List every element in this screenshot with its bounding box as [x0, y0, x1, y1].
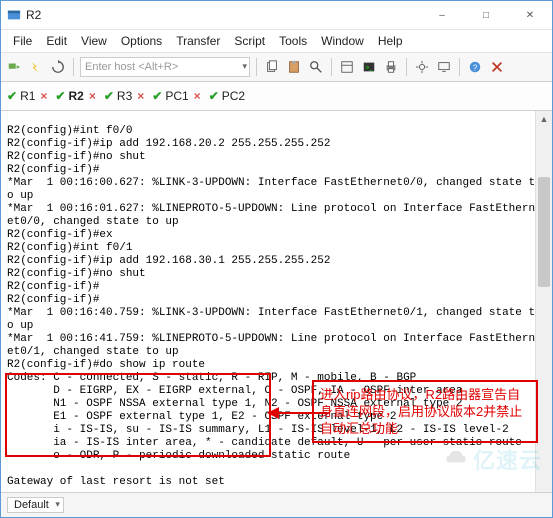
menubar: File Edit View Options Transfer Script T…: [1, 30, 552, 53]
menu-script[interactable]: Script: [228, 32, 271, 50]
close-icon[interactable]: ×: [137, 89, 144, 103]
close-icon[interactable]: ×: [89, 89, 96, 103]
tab-pc2[interactable]: ✔PC2: [209, 89, 245, 103]
annotation-line: 身直连网段，启用协议版本2并禁止: [320, 403, 530, 420]
mode-label: Default: [14, 499, 49, 511]
maximize-button[interactable]: □: [464, 1, 508, 29]
menu-file[interactable]: File: [7, 32, 38, 50]
tab-label: R1: [20, 89, 35, 103]
annotation-line: 自动汇总功能: [320, 420, 530, 437]
tab-label: R3: [117, 89, 132, 103]
settings-icon[interactable]: [413, 58, 431, 76]
menu-tools[interactable]: Tools: [273, 32, 313, 50]
check-icon: ✔: [104, 89, 114, 103]
svg-text:>_: >_: [366, 65, 374, 72]
minimize-button[interactable]: –: [420, 1, 464, 29]
paste-icon[interactable]: [285, 58, 303, 76]
toolbar: Enter host <Alt+R> ▾ >_ ?: [1, 53, 552, 82]
tab-pc1[interactable]: ✔PC1 ×: [152, 89, 200, 103]
check-icon: ✔: [7, 89, 17, 103]
tab-r2[interactable]: ✔R2 ×: [55, 89, 95, 103]
reconnect-icon[interactable]: [49, 58, 67, 76]
menu-help[interactable]: Help: [372, 32, 409, 50]
host-input[interactable]: Enter host <Alt+R> ▾: [80, 57, 250, 77]
host-placeholder: Enter host <Alt+R>: [85, 61, 245, 73]
check-icon: ✔: [152, 89, 162, 103]
tab-label: R2: [68, 89, 83, 103]
x-icon[interactable]: [488, 58, 506, 76]
close-icon[interactable]: ×: [194, 89, 201, 103]
terminal-pane[interactable]: R2(config)#int f0/0 R2(config-if)#ip add…: [1, 111, 552, 511]
scroll-track[interactable]: [536, 127, 552, 495]
check-icon: ✔: [55, 89, 65, 103]
copy-icon[interactable]: [263, 58, 281, 76]
check-icon: ✔: [209, 89, 219, 103]
menu-transfer[interactable]: Transfer: [170, 32, 226, 50]
menu-view[interactable]: View: [75, 32, 113, 50]
help-icon[interactable]: ?: [466, 58, 484, 76]
menu-window[interactable]: Window: [315, 32, 370, 50]
quick-connect-icon[interactable]: [27, 58, 45, 76]
statusbar: Default: [1, 492, 552, 517]
tab-label: PC1: [165, 89, 188, 103]
annotation-callout: 进入rip路由协议，R2路由器宣告自 身直连网段，启用协议版本2并禁止 自动汇总…: [312, 380, 538, 443]
print-icon[interactable]: [382, 58, 400, 76]
tab-r1[interactable]: ✔R1 ×: [7, 89, 47, 103]
tab-r3[interactable]: ✔R3 ×: [104, 89, 144, 103]
mode-selector[interactable]: Default: [7, 497, 64, 513]
watermark: 亿速云: [443, 443, 542, 475]
scroll-thumb[interactable]: [538, 177, 550, 287]
terminal-icon[interactable]: >_: [360, 58, 378, 76]
properties-icon[interactable]: [338, 58, 356, 76]
app-window: R2 – □ ✕ File Edit View Options Transfer…: [0, 0, 553, 518]
close-icon[interactable]: ×: [40, 89, 47, 103]
window-title: R2: [26, 8, 41, 22]
menu-options[interactable]: Options: [115, 32, 168, 50]
scroll-up-icon[interactable]: ▲: [536, 111, 552, 127]
connect-icon[interactable]: [5, 58, 23, 76]
titlebar: R2 – □ ✕: [1, 1, 552, 30]
svg-text:?: ?: [473, 64, 478, 73]
find-icon[interactable]: [307, 58, 325, 76]
chevron-down-icon[interactable]: ▾: [242, 61, 247, 72]
annotation-line: 进入rip路由协议，R2路由器宣告自: [320, 386, 530, 403]
close-button[interactable]: ✕: [508, 1, 552, 29]
screen-icon[interactable]: [435, 58, 453, 76]
app-icon: [7, 8, 21, 22]
watermark-text: 亿速云: [473, 443, 542, 475]
tab-label: PC2: [222, 89, 245, 103]
menu-edit[interactable]: Edit: [40, 32, 73, 50]
session-tabbar: ✔R1× ✔R2× ✔R3× ✔PC1× ✔PC2: [1, 82, 552, 111]
